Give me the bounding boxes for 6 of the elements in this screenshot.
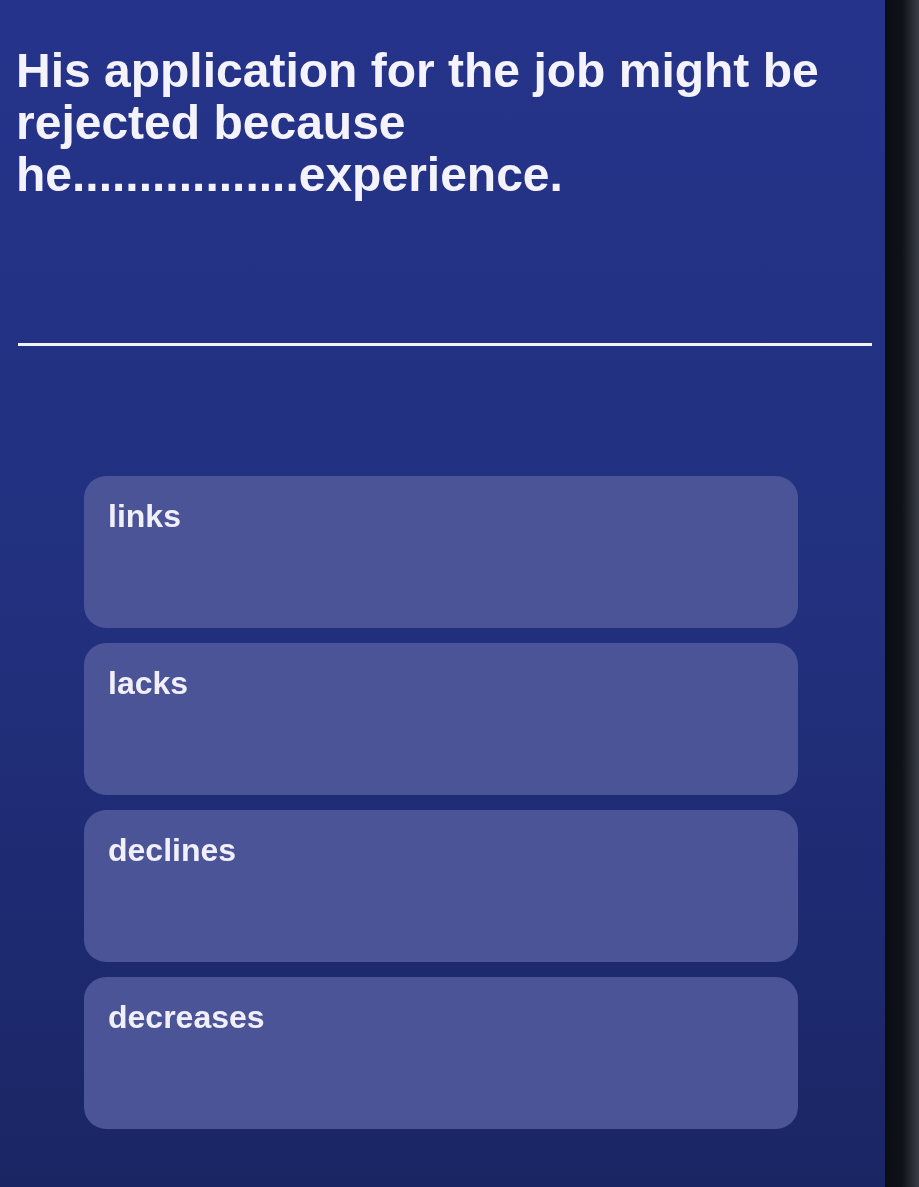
answer-option[interactable]: declines: [84, 810, 798, 962]
answer-line[interactable]: [18, 343, 872, 346]
answer-option[interactable]: lacks: [84, 643, 798, 795]
question-text: His application for the job might be rejected because he.................experience.: [15, 45, 820, 201]
answer-option[interactable]: links: [84, 476, 798, 628]
answer-option[interactable]: decreases: [84, 977, 798, 1129]
